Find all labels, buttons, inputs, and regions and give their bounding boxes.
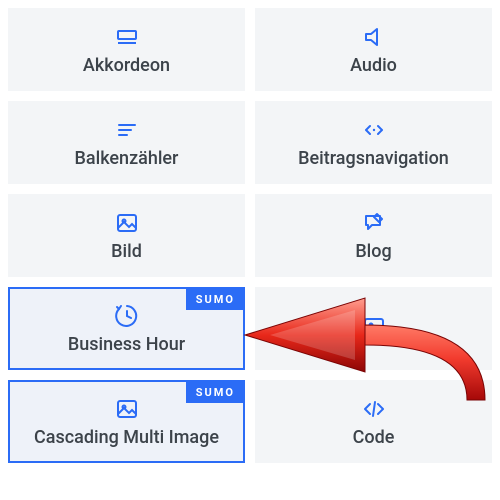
module-label: Akkordeon (83, 55, 170, 77)
post-nav-icon (360, 116, 388, 144)
bar-counter-icon (113, 116, 141, 144)
clock-icon (113, 302, 141, 330)
module-beitragsnavigation[interactable]: Beitragsnavigation (255, 101, 492, 184)
accordion-icon (113, 23, 141, 51)
module-label: Business Hour (68, 334, 185, 356)
module-audio[interactable]: Audio (255, 8, 492, 91)
module-hidden[interactable] (255, 287, 492, 370)
module-label: Code (353, 427, 395, 449)
sumo-badge: SUMO (186, 382, 243, 403)
sumo-badge: SUMO (186, 289, 243, 310)
module-code[interactable]: Code (255, 380, 492, 463)
module-label: Bild (111, 241, 142, 263)
module-grid: Akkordeon Audio Balkenzähler (0, 0, 500, 471)
image-icon (360, 313, 388, 341)
code-icon (360, 395, 388, 423)
module-label: Audio (350, 55, 397, 77)
module-akkordeon[interactable]: Akkordeon (8, 8, 245, 91)
module-blog[interactable]: Blog (255, 194, 492, 277)
module-balkenzaehler[interactable]: Balkenzähler (8, 101, 245, 184)
image-icon (113, 395, 141, 423)
module-business-hour[interactable]: SUMO Business Hour (8, 287, 245, 370)
module-bild[interactable]: Bild (8, 194, 245, 277)
module-label: Blog (355, 241, 391, 263)
image-icon (113, 209, 141, 237)
module-cascading-multi-image[interactable]: SUMO Cascading Multi Image (8, 380, 245, 463)
audio-icon (360, 23, 388, 51)
module-label: Beitragsnavigation (298, 148, 449, 170)
blog-icon (360, 209, 388, 237)
module-label: Cascading Multi Image (34, 427, 219, 449)
module-label: Balkenzähler (75, 148, 179, 170)
